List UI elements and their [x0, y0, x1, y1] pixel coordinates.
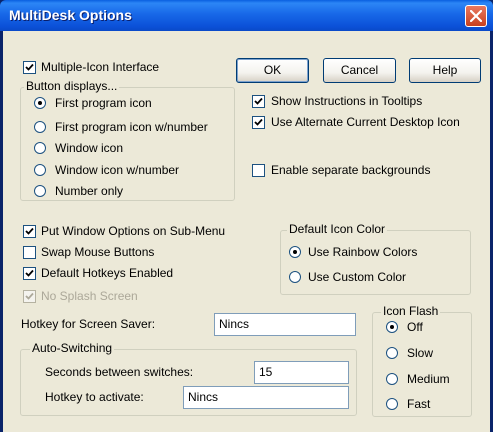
close-icon	[470, 10, 482, 22]
help-button[interactable]: Help	[409, 58, 481, 83]
checkmark-icon	[25, 269, 34, 277]
radio-first-program-icon-label: First program icon	[55, 96, 152, 110]
no-splash-screen-checkbox	[23, 290, 36, 303]
radio-first-program-icon-number-label: First program icon w/number	[55, 120, 208, 134]
checkmark-icon	[254, 97, 263, 105]
radio-custom-color[interactable]	[289, 271, 301, 283]
radio-window-icon-label: Window icon	[55, 141, 124, 155]
alternate-desktop-icon-checkbox[interactable]	[252, 116, 265, 129]
default-hotkeys-label: Default Hotkeys Enabled	[41, 266, 174, 280]
default-icon-color-title: Default Icon Color	[287, 222, 388, 236]
separate-backgrounds-label: Enable separate backgrounds	[271, 163, 431, 177]
radio-window-icon[interactable]	[34, 142, 46, 154]
radio-flash-slow-label: Slow	[407, 346, 434, 360]
show-instructions-checkbox[interactable]	[252, 95, 265, 108]
separate-backgrounds-checkbox[interactable]	[252, 164, 265, 177]
radio-first-program-icon-number[interactable]	[34, 121, 46, 133]
default-hotkeys-checkbox[interactable]	[23, 267, 36, 280]
radio-window-icon-number[interactable]	[34, 164, 46, 176]
show-instructions-label: Show Instructions in Tooltips	[271, 94, 423, 108]
radio-selected-dot	[293, 250, 297, 254]
radio-window-icon-number-label: Window icon w/number	[55, 163, 180, 177]
cancel-button[interactable]: Cancel	[323, 58, 396, 83]
no-splash-screen-label: No Splash Screen	[41, 289, 138, 303]
swap-mouse-buttons-label: Swap Mouse Buttons	[41, 245, 155, 259]
icon-flash-title: Icon Flash	[381, 304, 441, 318]
radio-selected-dot	[38, 101, 42, 105]
auto-switch-hotkey-label: Hotkey to activate:	[45, 390, 144, 404]
seconds-between-label: Seconds between switches:	[45, 365, 194, 379]
checkmark-icon	[25, 63, 34, 71]
radio-flash-medium[interactable]	[386, 373, 398, 385]
radio-rainbow-colors[interactable]	[289, 246, 301, 258]
radio-first-program-icon[interactable]	[34, 97, 46, 109]
title-bar[interactable]: MultiDesk Options	[0, 0, 493, 31]
options-dialog: MultiDesk Options Multiple-Icon Interfac…	[0, 0, 493, 432]
window-options-submenu-label: Put Window Options on Sub-Menu	[41, 224, 226, 238]
radio-flash-off[interactable]	[386, 321, 398, 333]
default-icon-color-group	[280, 230, 471, 295]
radio-custom-color-label: Use Custom Color	[308, 270, 407, 284]
dialog-body: Multiple-Icon Interface Button displays.…	[3, 31, 490, 432]
screen-saver-hotkey-input[interactable]: Nincs	[214, 313, 356, 336]
button-displays-title: Button displays...	[24, 79, 120, 93]
ok-button[interactable]: OK	[236, 58, 309, 83]
window-options-submenu-checkbox[interactable]	[23, 225, 36, 238]
screen-saver-hotkey-label: Hotkey for Screen Saver:	[21, 317, 156, 331]
checkmark-icon	[254, 118, 263, 126]
radio-flash-fast-label: Fast	[407, 397, 431, 411]
checkmark-icon	[25, 227, 34, 235]
close-button[interactable]	[465, 5, 487, 27]
swap-mouse-buttons-checkbox[interactable]	[23, 246, 36, 259]
seconds-between-input[interactable]: 15	[254, 361, 349, 384]
window-title: MultiDesk Options	[9, 7, 132, 23]
radio-number-only-label: Number only	[55, 184, 124, 198]
radio-number-only[interactable]	[34, 185, 46, 197]
multiple-icon-checkbox[interactable]	[23, 61, 36, 74]
alternate-desktop-icon-label: Use Alternate Current Desktop Icon	[271, 115, 460, 129]
checkmark-icon	[25, 292, 34, 300]
radio-selected-dot	[390, 325, 394, 329]
radio-flash-medium-label: Medium	[407, 372, 450, 386]
multiple-icon-label: Multiple-Icon Interface	[41, 60, 160, 74]
auto-switch-hotkey-input[interactable]: Nincs	[183, 386, 349, 409]
radio-flash-slow[interactable]	[386, 347, 398, 359]
radio-flash-fast[interactable]	[386, 398, 398, 410]
radio-rainbow-colors-label: Use Rainbow Colors	[308, 245, 418, 259]
radio-flash-off-label: Off	[407, 320, 423, 334]
auto-switching-title: Auto-Switching	[30, 341, 115, 355]
